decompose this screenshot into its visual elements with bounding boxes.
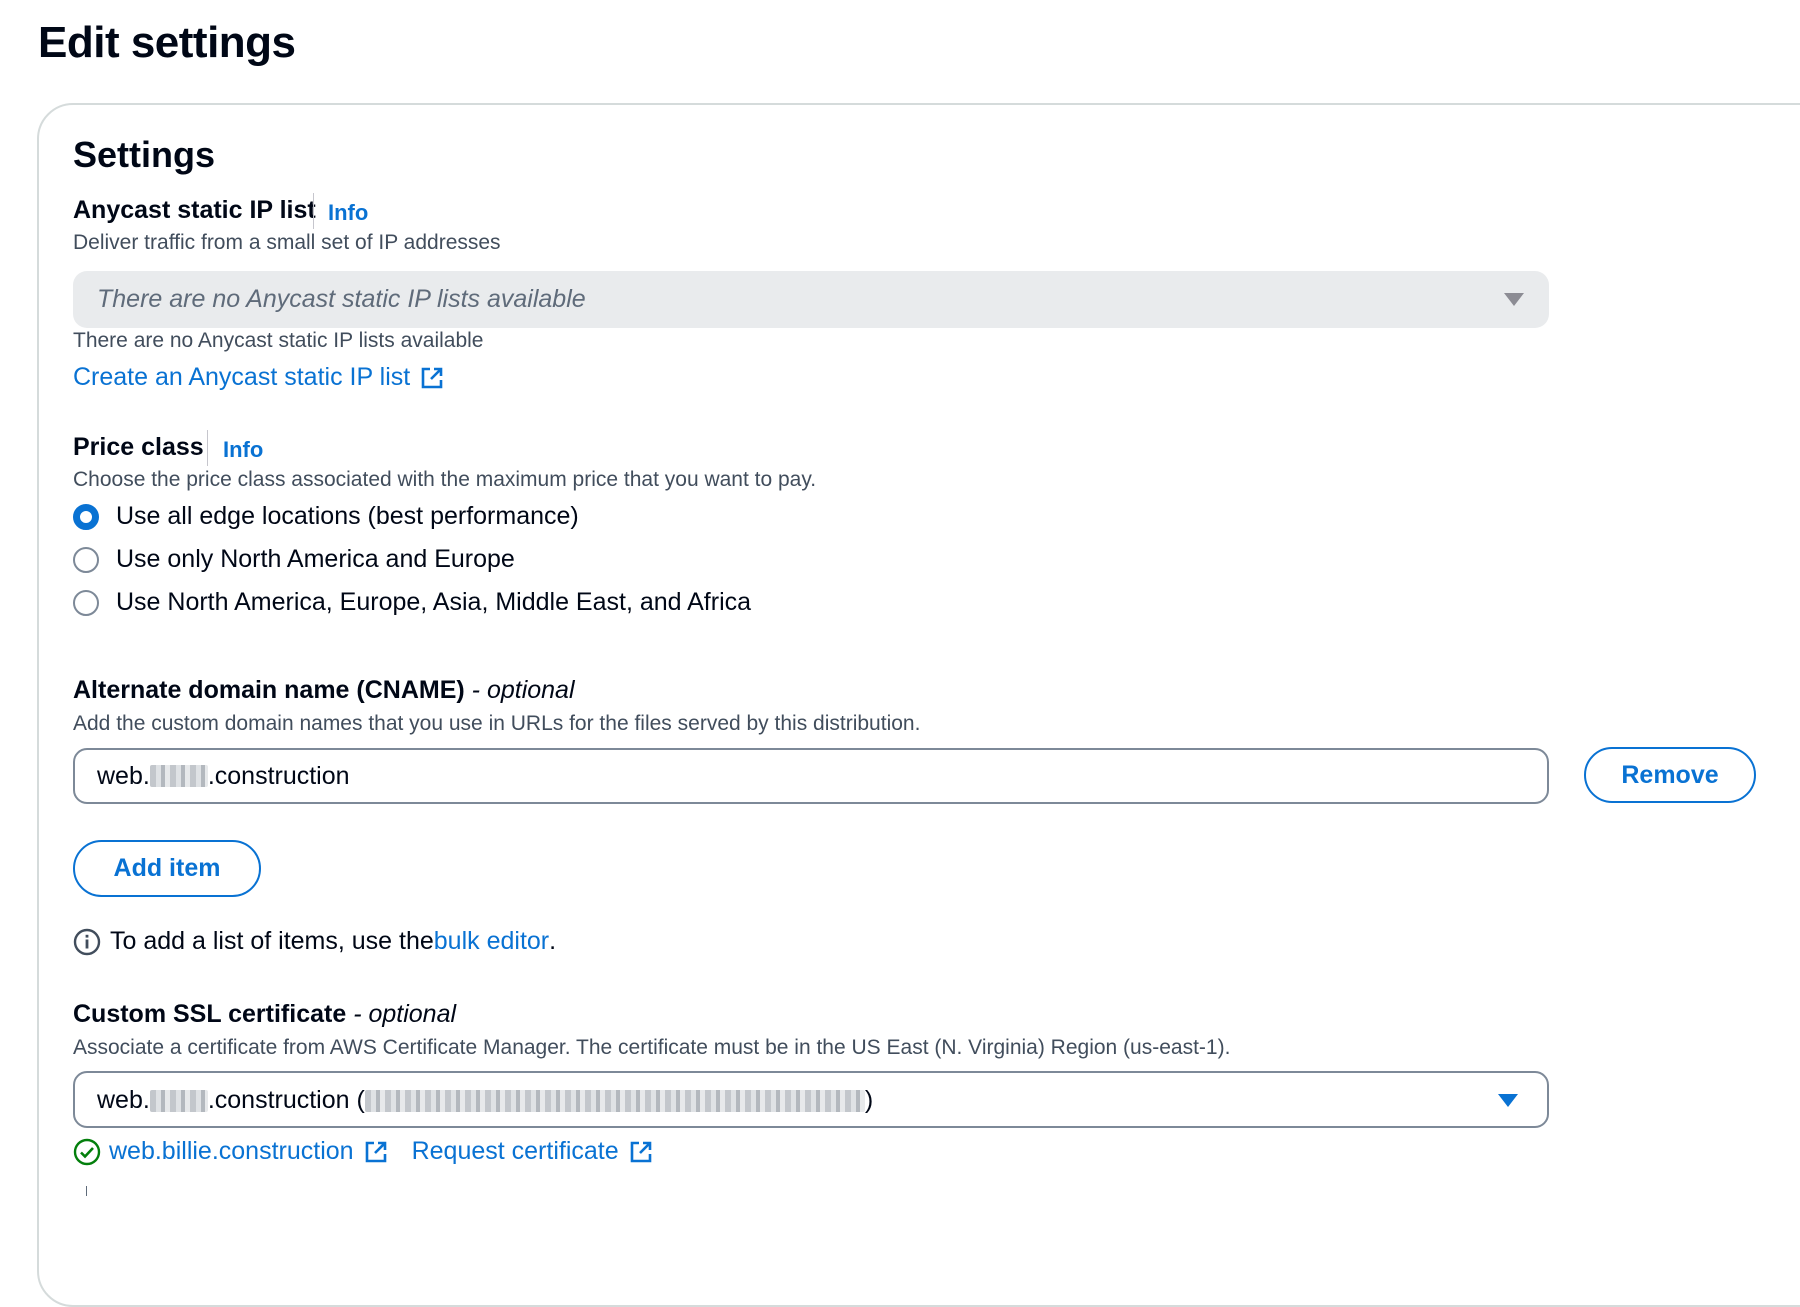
anycast-label: Anycast static IP list	[73, 196, 316, 224]
anycast-info-link[interactable]: Info	[328, 200, 368, 226]
success-check-icon	[73, 1138, 101, 1165]
info-separator	[313, 193, 314, 229]
panel-title: Settings	[73, 134, 216, 175]
radio-checked[interactable]	[73, 503, 99, 530]
caret-down-icon	[1504, 293, 1524, 306]
anycast-hint: There are no Anycast static IP lists ava…	[73, 329, 484, 352]
request-certificate-link[interactable]: Request certificate	[412, 1137, 653, 1166]
radio-unchecked[interactable]	[73, 546, 99, 573]
note-text: To add a list of items, use the	[110, 927, 434, 955]
cname-value-suffix: .construction	[207, 761, 350, 790]
page-title: Edit settings	[38, 18, 296, 67]
ssl-label-text: Custom SSL certificate	[73, 1000, 347, 1028]
ssl-value-end: )	[864, 1086, 874, 1114]
price-class-info-link[interactable]: Info	[223, 437, 263, 463]
radio-unchecked[interactable]	[73, 589, 99, 616]
certificate-link[interactable]: web.billie.construction	[109, 1137, 388, 1166]
ssl-label: Custom SSL certificate - optional	[73, 1000, 456, 1029]
caret-down-icon	[1498, 1094, 1518, 1107]
cname-description: Add the custom domain names that you use…	[73, 712, 921, 735]
ssl-value-prefix: web.	[97, 1086, 150, 1114]
info-circle-icon	[73, 928, 101, 955]
divider	[86, 1186, 87, 1196]
cname-label-text: Alternate domain name (CNAME)	[73, 676, 465, 704]
radio-label: Use North America, Europe, Asia, Middle …	[116, 588, 752, 616]
price-class-label: Price class	[73, 433, 204, 461]
redacted-blur	[364, 1089, 865, 1112]
cname-label: Alternate domain name (CNAME) - optional	[73, 676, 575, 705]
note-end: .	[549, 927, 557, 955]
ssl-value-middle: .construction (	[207, 1086, 365, 1114]
create-anycast-link[interactable]: Create an Anycast static IP list	[73, 363, 444, 392]
optional-tag: - optional	[353, 1000, 457, 1028]
ssl-certificate-select[interactable]: web. .construction ( )	[73, 1071, 1549, 1128]
request-certificate-label: Request certificate	[411, 1137, 619, 1165]
price-class-option-na-eu[interactable]: Use only North America and Europe	[73, 545, 515, 574]
radio-label: Use all edge locations (best performance…	[116, 502, 579, 530]
optional-tag: - optional	[471, 676, 575, 704]
radio-label: Use only North America and Europe	[116, 545, 515, 573]
cname-value-prefix: web.	[97, 761, 150, 790]
price-class-option-na-eu-asia[interactable]: Use North America, Europe, Asia, Middle …	[73, 588, 751, 617]
bulk-editor-note: To add a list of items, use the bulk edi…	[73, 927, 556, 956]
info-separator	[207, 430, 208, 466]
certificate-links-row: web.billie.construction Request certific…	[73, 1137, 653, 1166]
remove-button[interactable]: Remove	[1584, 747, 1756, 803]
external-link-icon	[421, 367, 443, 388]
external-link-icon	[630, 1141, 651, 1162]
ssl-description: Associate a certificate from AWS Certifi…	[73, 1036, 1231, 1059]
add-item-button[interactable]: Add item	[73, 840, 261, 897]
external-link-icon	[365, 1141, 386, 1162]
bulk-editor-link[interactable]: bulk editor	[434, 927, 549, 956]
create-anycast-link-label: Create an Anycast static IP list	[73, 363, 411, 391]
price-class-option-all[interactable]: Use all edge locations (best performance…	[73, 502, 579, 531]
cname-input[interactable]: web. .construction	[73, 748, 1549, 804]
anycast-select: There are no Anycast static IP lists ava…	[73, 271, 1549, 328]
anycast-select-placeholder: There are no Anycast static IP lists ava…	[97, 285, 586, 313]
price-class-description: Choose the price class associated with t…	[73, 468, 817, 491]
certificate-link-label: web.billie.construction	[109, 1137, 354, 1165]
redacted-blur	[149, 1089, 208, 1112]
ssl-select-value: web. .construction ( )	[97, 1086, 873, 1115]
anycast-description: Deliver traffic from a small set of IP a…	[73, 231, 501, 254]
redacted-blur	[149, 765, 208, 787]
